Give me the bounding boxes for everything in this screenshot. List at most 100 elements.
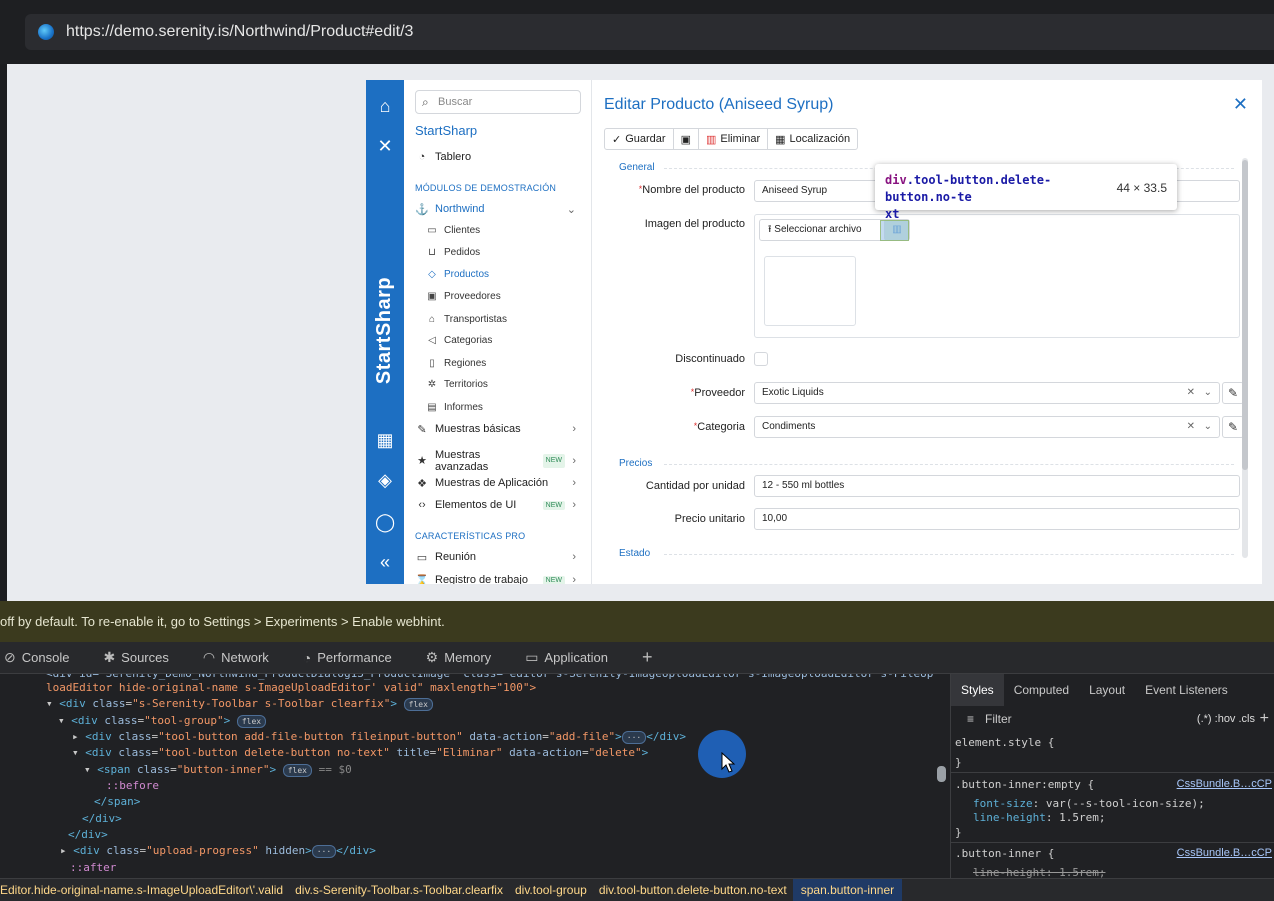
sidebar-item-basic[interactable]: ✎ Muestras básicas › bbox=[415, 420, 581, 438]
sidebar-sub-transportistas[interactable]: ⌂ Transportistas bbox=[425, 311, 507, 327]
window-icon: ▭ bbox=[525, 649, 539, 665]
breadcrumb-item[interactable]: Editor.hide-original-name.s-ImageUploadE… bbox=[0, 883, 289, 897]
collapse-icon[interactable]: « bbox=[375, 552, 395, 572]
tab-application[interactable]: ▭ Application bbox=[525, 649, 608, 666]
supplier-select[interactable]: Exotic Liquids ✕ ⌄ bbox=[754, 382, 1220, 404]
edit-icon: ✎ bbox=[1227, 420, 1239, 434]
dom-line[interactable]: ▾ <div class="s-Serenity-Toolbar s-Toolb… bbox=[46, 696, 433, 712]
sidebar-sub-regiones[interactable]: ▯ Regiones bbox=[425, 355, 486, 371]
mouse-pointer-icon bbox=[721, 752, 736, 773]
styles-filter-input[interactable]: ≡ Filter (.*) :hov .cls + bbox=[955, 708, 1271, 730]
supplier-edit-button[interactable]: ✎ bbox=[1222, 382, 1244, 404]
add-rule-icon[interactable]: + bbox=[1260, 708, 1269, 730]
dom-line[interactable]: </div> bbox=[68, 827, 108, 843]
name-input[interactable]: Aniseed Syrup bbox=[754, 180, 884, 202]
paint-icon[interactable]: ◈ bbox=[375, 470, 395, 490]
chevron-down-icon[interactable]: ⌄ bbox=[1204, 417, 1212, 437]
add-tab-icon[interactable]: + bbox=[642, 647, 659, 668]
rule-selector[interactable]: .button-inner:empty { bbox=[955, 778, 1094, 792]
section-prices: Precios bbox=[619, 458, 653, 469]
wifi-icon: ◠ bbox=[202, 649, 216, 665]
card-icon: ▭ bbox=[427, 224, 437, 236]
tab-layout[interactable]: Layout bbox=[1079, 674, 1135, 706]
discontinued-checkbox[interactable] bbox=[754, 352, 768, 366]
tab-memory[interactable]: ⚙ Memory bbox=[426, 649, 492, 666]
tab-sources[interactable]: ✱ Sources bbox=[103, 649, 168, 666]
sidebar-sub-productos[interactable]: ◇ Productos bbox=[425, 266, 489, 282]
localization-button[interactable]: ▦ Localización bbox=[768, 129, 857, 149]
apply-button[interactable]: ▣ bbox=[674, 129, 699, 149]
dom-line[interactable]: ::after bbox=[70, 860, 116, 876]
element-style-rule[interactable]: element.style { bbox=[955, 736, 1054, 750]
sidebar-item-northwind[interactable]: ⚓ Northwind ⌄ bbox=[415, 200, 581, 218]
dom-line[interactable]: loadEditor hide-original-name s-ImageUpl… bbox=[46, 680, 536, 696]
breadcrumb-item[interactable]: div.tool-button.delete-button.no-text bbox=[593, 883, 793, 897]
sidebar-item-meeting[interactable]: ▭ Reunión › bbox=[415, 548, 581, 566]
tab-event-listeners[interactable]: Event Listeners bbox=[1135, 674, 1238, 706]
breadcrumb-item-active[interactable]: span.button-inner bbox=[792, 879, 903, 901]
rule-selector[interactable]: .button-inner { bbox=[955, 847, 1054, 861]
css-declaration[interactable]: font-size: var(--s-tool-icon-size); bbox=[973, 797, 1205, 811]
address-bar[interactable]: https://demo.serenity.is/Northwind/Produ… bbox=[25, 14, 1274, 50]
css-declaration[interactable]: line-height: 1.5rem; bbox=[973, 811, 1105, 825]
chevron-down-icon[interactable]: ⌄ bbox=[1204, 383, 1212, 403]
sidebar-brand[interactable]: StartSharp bbox=[415, 123, 477, 138]
sidebar-item-app-samples[interactable]: ❖ Muestras de Aplicación › bbox=[415, 474, 581, 492]
price-input[interactable]: 10,00 bbox=[754, 508, 1240, 530]
sidebar-item-advanced[interactable]: ★ Muestras avanzadas NEW › bbox=[415, 448, 581, 474]
tools-icon[interactable]: ✕ bbox=[375, 136, 395, 156]
clear-icon[interactable]: ✕ bbox=[1187, 383, 1195, 403]
edge-icon bbox=[38, 24, 54, 40]
select-file-button[interactable]: ⭱ Seleccionar archivo bbox=[759, 219, 889, 241]
sidebar-sub-informes[interactable]: ▤ Informes bbox=[425, 399, 483, 415]
category-select[interactable]: Condiments ✕ ⌄ bbox=[754, 416, 1220, 438]
dom-line[interactable]: </span> bbox=[94, 794, 140, 810]
save-button[interactable]: ✓ Guardar bbox=[605, 129, 674, 149]
webhint-notice: off by default. To re-enable it, go to S… bbox=[0, 601, 1274, 642]
search-input[interactable]: ⌕ Buscar bbox=[415, 90, 581, 114]
category-edit-button[interactable]: ✎ bbox=[1222, 416, 1244, 438]
delete-button[interactable]: ▥ Eliminar bbox=[699, 129, 769, 149]
sidebar-item-ui-elements[interactable]: ‹› Elementos de UI NEW › bbox=[415, 496, 581, 514]
breadcrumb-item[interactable]: div.tool-group bbox=[509, 883, 593, 897]
tab-computed[interactable]: Computed bbox=[1004, 674, 1079, 706]
dom-breadcrumbs: Editor.hide-original-name.s-ImageUploadE… bbox=[0, 878, 1274, 901]
dom-line[interactable]: </div> bbox=[82, 811, 122, 827]
breadcrumb-item[interactable]: div.s-Serenity-Toolbar.s-Toolbar.clearfi… bbox=[289, 883, 509, 897]
sidebar-sub-proveedores[interactable]: ▣ Proveedores bbox=[425, 288, 500, 304]
clear-icon[interactable]: ✕ bbox=[1187, 417, 1195, 437]
dom-line[interactable]: ▾ <div class="tool-group"> flex bbox=[58, 713, 267, 729]
elements-scrollbar[interactable] bbox=[936, 674, 948, 878]
tab-network[interactable]: ◠ Network bbox=[203, 649, 269, 666]
translate-icon[interactable]: ▦ bbox=[375, 430, 395, 450]
dom-line[interactable]: ▾ <span class="button-inner"> flex == $0 bbox=[84, 762, 352, 778]
form-scrollbar-thumb[interactable] bbox=[1242, 160, 1248, 470]
meeting-icon: ▭ bbox=[416, 551, 428, 564]
inspector-tooltip: div.tool-button.delete-button.no-te xt 44… bbox=[875, 164, 1177, 221]
tab-console[interactable]: ⊘ Console bbox=[4, 649, 69, 666]
dom-line[interactable]: ::before bbox=[106, 778, 159, 794]
sidebar-item-worklog[interactable]: ⌛ Registro de trabajo NEW › bbox=[415, 571, 581, 584]
url-text[interactable]: https://demo.serenity.is/Northwind/Produ… bbox=[66, 23, 413, 41]
dialog-title: Editar Producto (Aniseed Syrup) bbox=[604, 96, 834, 113]
translate-icon: ▦ bbox=[775, 133, 786, 146]
home-icon[interactable]: ⌂ bbox=[375, 96, 395, 116]
qty-input[interactable]: 12 - 550 ml bottles bbox=[754, 475, 1240, 497]
product-form: General *Nombre del producto Aniseed Syr… bbox=[604, 160, 1250, 584]
sidebar-sub-pedidos[interactable]: ⊔ Pedidos bbox=[425, 244, 480, 260]
dom-line-selected[interactable]: ▾ <div class="tool-button delete-button … bbox=[72, 745, 648, 761]
close-icon[interactable]: ✕ bbox=[1233, 94, 1248, 115]
styles-panel: Styles Computed Layout Event Listeners ≡… bbox=[950, 674, 1274, 879]
sidebar-sub-categorias[interactable]: ◁ Categorias bbox=[425, 332, 492, 348]
sidebar-sub-clientes[interactable]: ▭ Clientes bbox=[425, 222, 480, 238]
source-link[interactable]: CssBundle.B…cCP bbox=[1177, 847, 1272, 859]
user-icon[interactable]: ◯ bbox=[375, 512, 395, 532]
source-link[interactable]: CssBundle.B…cCP bbox=[1177, 778, 1272, 790]
tab-styles[interactable]: Styles bbox=[951, 674, 1004, 706]
sidebar-sub-territorios[interactable]: ✲ Territorios bbox=[425, 376, 488, 392]
dom-line[interactable]: ▸ <div class="tool-button add-file-butto… bbox=[72, 729, 686, 745]
divider bbox=[664, 464, 1234, 465]
tab-performance[interactable]: ◔ Performance bbox=[303, 650, 392, 666]
dom-line[interactable]: ▸ <div class="upload-progress" hidden> ··… bbox=[60, 843, 376, 859]
sidebar-item-dashboard[interactable]: ◔ Tablero bbox=[415, 148, 581, 166]
